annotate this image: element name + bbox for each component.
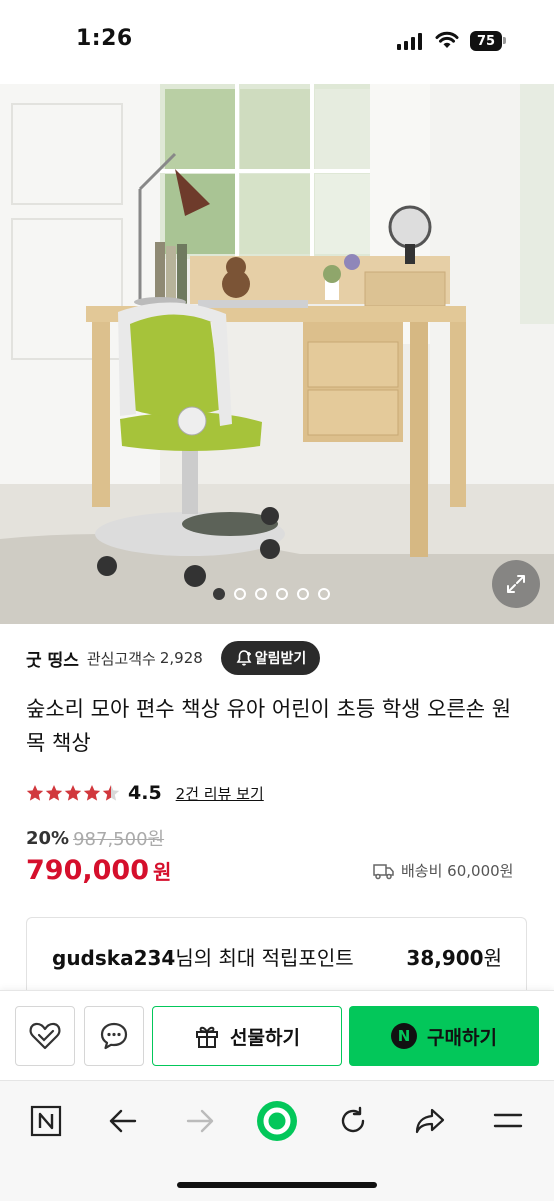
hamburger-menu-icon (493, 1113, 523, 1128)
arrow-left-icon (109, 1109, 137, 1133)
carousel-dot[interactable] (213, 588, 225, 600)
refresh-icon (341, 1106, 365, 1133)
status-bar: 1:26 75 (0, 0, 554, 84)
naver-n-icon (30, 1105, 62, 1137)
carousel-dot[interactable] (255, 588, 267, 600)
star-icon (83, 785, 101, 801)
wishlist-button[interactable] (15, 1006, 75, 1066)
discount-rate: 20% (26, 827, 70, 849)
original-price: 987,500원 (73, 829, 165, 850)
expand-icon (507, 575, 525, 593)
carousel-dot[interactable] (318, 588, 330, 600)
home-indicator (177, 1182, 377, 1188)
points-amount: 38,900 (406, 946, 484, 970)
carousel-dot[interactable] (276, 588, 288, 600)
points-user-text: gudska234님의 최대 적립포인트 (52, 942, 354, 971)
purchase-action-bar: 선물하기 N 구매하기 (0, 990, 554, 1081)
points-card: gudska234님의 최대 적립포인트 38,900원 (26, 917, 527, 997)
chat-button[interactable] (84, 1006, 144, 1066)
wifi-icon (435, 31, 459, 48)
price-row: 790,000 원 (26, 855, 171, 886)
username: gudska234 (52, 946, 176, 970)
buy-button[interactable]: N 구매하기 (349, 1006, 539, 1066)
product-title: 숲소리 모아 편수 책상 유아 어린이 초등 학생 오른손 원목 책상 (26, 697, 512, 755)
chat-bubble-icon (100, 1022, 128, 1050)
alarm-button-label: 알림받기 (254, 651, 307, 667)
forward-button[interactable] (178, 1099, 222, 1143)
arrow-right-icon (186, 1109, 214, 1133)
truck-icon (373, 863, 394, 879)
menu-button[interactable] (486, 1099, 530, 1143)
points-value: 38,900원 (406, 942, 502, 971)
alarm-subscribe-button[interactable]: 알림받기 (221, 641, 320, 675)
carousel-dot[interactable] (297, 588, 309, 600)
star-icon (64, 785, 82, 801)
gift-button-label: 선물하기 (230, 1026, 300, 1049)
points-label: 님의 최대 적립포인트 (175, 946, 354, 970)
back-button[interactable] (101, 1099, 145, 1143)
star-icon (45, 785, 63, 801)
shipping-info: 배송비 60,000원 (373, 860, 513, 881)
watchers-label: 관심고객수 (86, 649, 156, 668)
battery-icon: 75 (470, 31, 502, 51)
rating-value: 4.5 (128, 782, 162, 804)
shipping-fee: 배송비 60,000원 (401, 862, 514, 880)
currency-unit: 원 (152, 860, 172, 884)
battery-tip (503, 37, 506, 44)
discount-row: 20% 987,500원 (26, 826, 165, 851)
store-info: 굿 띵스 관심고객수 2,928 (26, 643, 203, 673)
gift-button[interactable]: 선물하기 (152, 1006, 342, 1066)
desk-illustration (0, 84, 554, 624)
carousel-indicators[interactable] (213, 588, 330, 600)
rating-row: 4.5 2건 리뷰 보기 (26, 780, 264, 806)
share-arrow-icon (415, 1108, 445, 1134)
share-button[interactable] (408, 1099, 452, 1143)
naver-pay-icon: N (391, 1023, 418, 1049)
buy-button-label: 구매하기 (427, 1026, 497, 1049)
expand-image-button[interactable] (492, 560, 540, 608)
green-dot-button[interactable] (255, 1099, 299, 1143)
store-name[interactable]: 굿 띵스 (26, 646, 79, 671)
sale-price: 790,000 (26, 855, 149, 886)
rating-stars (26, 784, 120, 802)
bell-plus-icon (236, 650, 252, 666)
heart-check-icon (29, 1022, 61, 1050)
star-icon (26, 785, 44, 801)
star-icon (102, 785, 120, 801)
carousel-dot[interactable] (234, 588, 246, 600)
product-image[interactable] (0, 84, 554, 624)
points-unit: 원 (483, 946, 502, 970)
status-time: 1:26 (76, 26, 133, 51)
review-link[interactable]: 2건 리뷰 보기 (176, 783, 264, 804)
naver-home-button[interactable] (24, 1099, 68, 1143)
green-dot-icon (257, 1101, 297, 1141)
watchers-count: 2,928 (159, 649, 203, 667)
refresh-button[interactable] (331, 1099, 375, 1143)
gift-icon (196, 1026, 219, 1048)
cellular-signal-icon (397, 32, 422, 50)
